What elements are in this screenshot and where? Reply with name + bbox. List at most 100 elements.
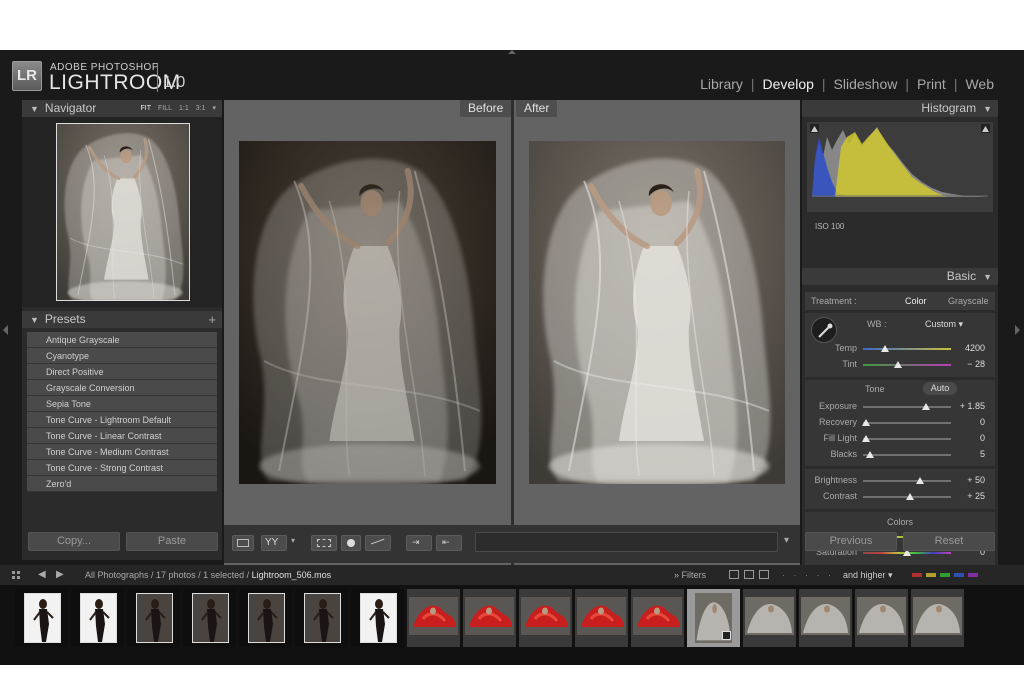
slider-value[interactable]: 0 [980, 417, 985, 427]
loupe-view-button[interactable] [232, 535, 254, 551]
filmstrip-thumbnail[interactable] [183, 589, 236, 647]
module-library[interactable]: Library [700, 76, 743, 92]
flag-unflagged-icon[interactable] [744, 570, 754, 579]
module-print[interactable]: Print [917, 76, 946, 92]
collapse-triangle-icon[interactable]: ▼ [30, 312, 39, 329]
preset-item[interactable]: Antique Grayscale [27, 332, 217, 348]
tint-slider[interactable]: Tint − 28 [805, 358, 995, 372]
filmstrip-thumbnail[interactable] [295, 589, 348, 647]
filmstrip-thumbnail[interactable] [519, 589, 572, 647]
temp-slider[interactable]: Temp 4200 [805, 342, 995, 356]
filmstrip-thumbnail[interactable] [239, 589, 292, 647]
color-label-chip[interactable] [940, 573, 950, 577]
preset-item[interactable]: Tone Curve - Linear Contrast [27, 428, 217, 444]
reset-button[interactable]: Reset [903, 532, 995, 551]
slider-thumb[interactable] [916, 477, 925, 484]
slider-thumb[interactable] [894, 361, 903, 368]
navigator-thumbnail[interactable] [56, 123, 190, 301]
eyedropper-icon[interactable] [811, 317, 837, 343]
slider-value[interactable]: + 1.85 [960, 401, 985, 411]
rating-filter-dropdown[interactable]: and higher ▾ [843, 565, 893, 585]
before-photo[interactable] [239, 141, 496, 484]
slider-track[interactable] [863, 451, 951, 458]
module-web[interactable]: Web [965, 76, 994, 92]
blacks-slider[interactable]: Blacks 5 [805, 448, 995, 462]
filmstrip-thumbnail[interactable] [911, 589, 964, 647]
preset-item[interactable]: Tone Curve - Medium Contrast [27, 444, 217, 460]
filmstrip-thumbnail[interactable] [799, 589, 852, 647]
filmstrip-thumbnail[interactable] [351, 589, 404, 647]
slider-thumb[interactable] [905, 493, 914, 500]
flag-picked-icon[interactable] [729, 570, 739, 579]
preset-item[interactable]: Zero'd [27, 476, 217, 492]
back-arrow-icon[interactable]: ◀ [38, 565, 46, 585]
slider-track[interactable] [863, 345, 951, 352]
histogram-header[interactable]: Histogram ▼ [802, 100, 998, 117]
crop-tool-button[interactable] [311, 535, 337, 551]
compare-view-button[interactable]: YY [261, 535, 287, 551]
collapse-triangle-icon[interactable]: ▼ [30, 101, 39, 118]
filters-label[interactable]: » Filters [674, 565, 706, 585]
presets-header[interactable]: ▼ Presets + [22, 311, 222, 328]
slider-value[interactable]: − 28 [967, 359, 985, 369]
slider-thumb[interactable] [881, 345, 889, 352]
slider-thumb[interactable] [922, 403, 931, 410]
color-label-chip[interactable] [926, 573, 936, 577]
basic-header[interactable]: Basic ▼ [802, 268, 998, 285]
copy-after-to-before-button[interactable]: ⇤ [436, 535, 462, 551]
grid-view-icon[interactable] [12, 571, 20, 579]
star-rating-filter[interactable]: · · · · · [782, 565, 834, 585]
add-preset-icon[interactable]: + [208, 311, 216, 328]
preset-item[interactable]: Cyanotype [27, 348, 217, 364]
slider-value[interactable]: 4200 [965, 343, 985, 353]
toolbar-options-dropdown-icon[interactable]: ▾ [784, 535, 789, 546]
slider-value[interactable]: 0 [980, 433, 985, 443]
filmstrip-thumbnail[interactable] [463, 589, 516, 647]
slider-track[interactable] [861, 435, 951, 442]
filmstrip-thumbnail[interactable] [743, 589, 796, 647]
copy-before-to-after-button[interactable]: ⇥ [406, 535, 432, 551]
filmstrip-thumbnail[interactable] [631, 589, 684, 647]
fill-light-slider[interactable]: Fill Light 0 [805, 432, 995, 446]
current-file[interactable]: Lightroom_506.mos [252, 570, 332, 580]
color-label-chip[interactable] [954, 573, 964, 577]
compare-mode-dropdown-icon[interactable]: ▾ [291, 536, 295, 545]
preset-item[interactable]: Tone Curve - Lightroom Default [27, 412, 217, 428]
contrast-slider[interactable]: Contrast + 25 [805, 490, 995, 504]
left-panel-toggle-icon[interactable] [3, 325, 8, 335]
top-panel-toggle-icon[interactable] [508, 50, 516, 54]
zoom-option[interactable]: FIT [141, 100, 152, 117]
treatment-grayscale-option[interactable]: Grayscale [948, 292, 989, 310]
slider-value[interactable]: 5 [980, 449, 985, 459]
slider-thumb[interactable] [866, 451, 875, 458]
navigator-preview[interactable] [22, 117, 222, 307]
slider-value[interactable]: + 50 [967, 475, 985, 485]
paste-button[interactable]: Paste [126, 532, 218, 551]
preset-item[interactable]: Grayscale Conversion [27, 380, 217, 396]
recovery-slider[interactable]: Recovery 0 [805, 416, 995, 430]
slider-value[interactable]: + 25 [967, 491, 985, 501]
preset-item[interactable]: Tone Curve - Strong Contrast [27, 460, 217, 476]
brightness-slider[interactable]: Brightness + 50 [805, 474, 995, 488]
color-label-chip[interactable] [912, 573, 922, 577]
wb-dropdown[interactable]: Custom ▾ [925, 319, 963, 330]
filmstrip-thumbnail[interactable] [575, 589, 628, 647]
zoom-option[interactable]: 1:1 [179, 100, 189, 117]
exposure-slider[interactable]: Exposure + 1.85 [805, 400, 995, 414]
toolbar-info-field[interactable] [475, 532, 778, 552]
slider-track[interactable] [863, 477, 951, 484]
collapse-triangle-icon[interactable]: ▼ [983, 269, 992, 286]
module-develop[interactable]: Develop [763, 76, 814, 92]
copy-button[interactable]: Copy... [28, 532, 120, 551]
module-slideshow[interactable]: Slideshow [834, 76, 898, 92]
filmstrip-thumbnail[interactable] [127, 589, 180, 647]
forward-arrow-icon[interactable]: ▶ [56, 565, 64, 585]
slider-thumb[interactable] [861, 419, 870, 426]
slider-track[interactable] [863, 493, 951, 500]
red-eye-button[interactable] [365, 535, 391, 551]
collapse-triangle-icon[interactable]: ▼ [983, 101, 992, 118]
slider-track[interactable] [863, 549, 951, 556]
spot-removal-button[interactable] [341, 535, 361, 551]
preset-item[interactable]: Sepia Tone [27, 396, 217, 412]
after-photo[interactable] [529, 141, 785, 484]
